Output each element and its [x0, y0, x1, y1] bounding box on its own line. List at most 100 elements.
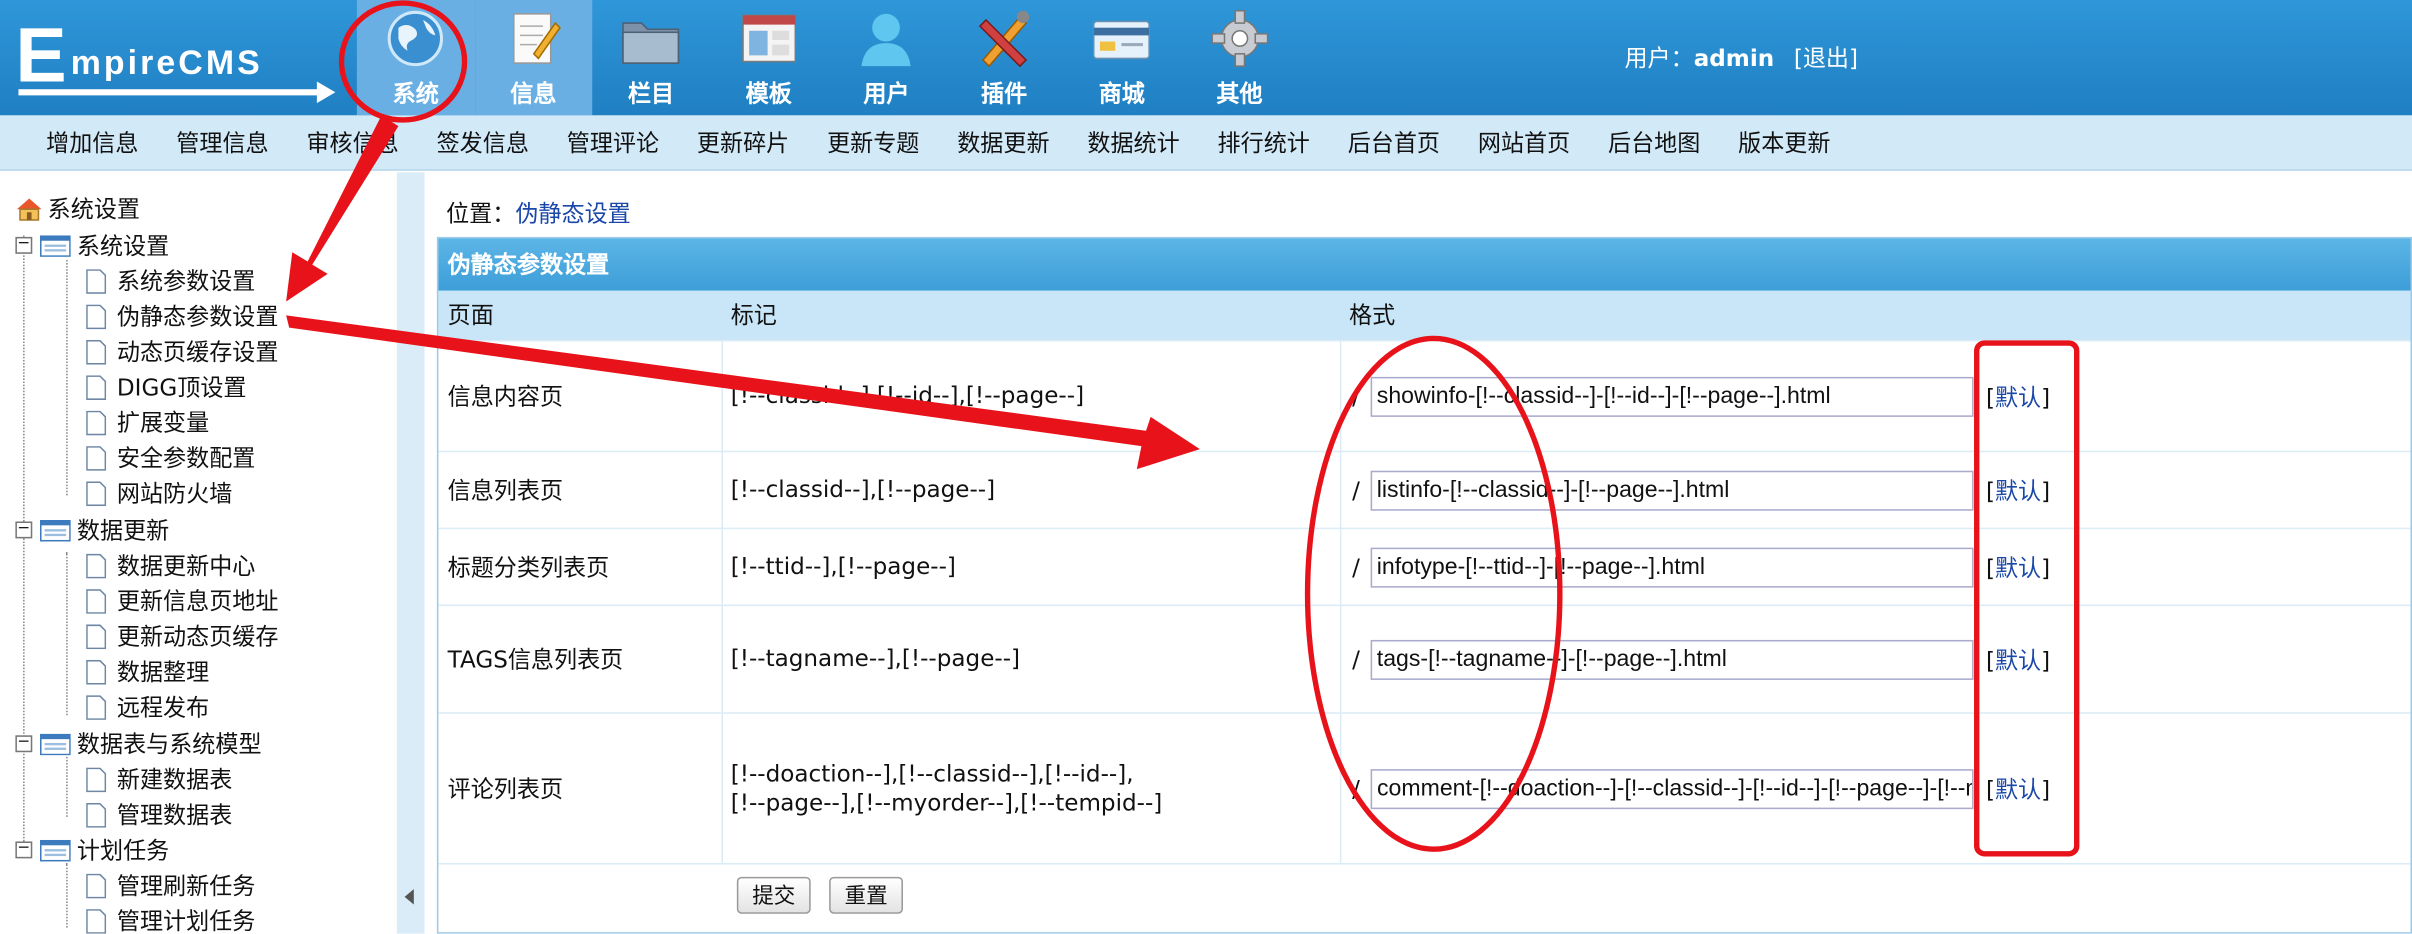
collapse-icon[interactable]: −	[15, 735, 33, 753]
submenu-update-topics[interactable]: 更新专题	[827, 115, 919, 169]
tree-item-digg[interactable]: DIGG顶设置	[86, 371, 246, 403]
submenu-version-update[interactable]: 版本更新	[1738, 115, 1830, 169]
main-nav: 系统 信息 栏目 模板 用户 插件 商城 其他	[356, 0, 1299, 116]
tree-item-label: 更新动态页缓存	[116, 623, 279, 651]
logo-text: mpireCMS	[70, 43, 263, 82]
nav-info[interactable]: 信息	[474, 0, 593, 116]
collapse-left-icon[interactable]	[404, 889, 414, 905]
submenu-manage-info[interactable]: 管理信息	[176, 115, 268, 169]
credit-card-icon	[1093, 20, 1151, 60]
nav-shop[interactable]: 商城	[1063, 0, 1181, 115]
nav-template[interactable]: 模板	[710, 0, 828, 115]
header-format: 格式	[1349, 301, 1396, 330]
format-input-info-list[interactable]	[1370, 469, 1974, 510]
tree-item-data-cleanup[interactable]: 数据整理	[86, 655, 209, 687]
default-link-text[interactable]: 默认	[1995, 383, 2041, 411]
nav-system[interactable]: 系统	[356, 0, 475, 116]
default-link-text[interactable]: 默认	[1995, 646, 2041, 674]
format-input-tags[interactable]	[1370, 639, 1974, 680]
tree-item-extend-vars[interactable]: 扩展变量	[86, 406, 209, 438]
tree-item-new-table[interactable]: 新建数据表	[86, 763, 232, 795]
panel-title: 伪静态参数设置	[438, 238, 2411, 291]
format-input-info-type[interactable]	[1370, 546, 1974, 587]
default-link-text[interactable]: 默认	[1995, 775, 2041, 803]
nav-other[interactable]: 其他	[1181, 0, 1299, 115]
document-pencil-icon	[512, 13, 561, 64]
document-icon	[86, 588, 107, 614]
nav-column[interactable]: 栏目	[592, 0, 710, 115]
button-row: 提交 重置	[438, 862, 2411, 925]
nav-label: 栏目	[627, 79, 675, 108]
tree-item-manage-tables[interactable]: 管理数据表	[86, 798, 232, 830]
submenu-admin-map[interactable]: 后台地图	[1608, 115, 1700, 169]
tree-item-firewall[interactable]: 网站防火墙	[86, 477, 232, 509]
empirecms-logo[interactable]: E mpireCMS	[9, 9, 336, 104]
tree-item-label: 扩展变量	[116, 409, 210, 437]
table-row: 评论列表页 [!--doaction--],[!--classid--],[!-…	[438, 712, 2411, 863]
submit-button[interactable]: 提交	[736, 876, 811, 914]
nav-label: 插件	[981, 79, 1028, 108]
breadcrumb-link[interactable]: 伪静态设置	[515, 200, 630, 228]
default-link[interactable]: [默认]	[1986, 772, 2050, 804]
table-header: 页面 标记 格式	[438, 290, 2411, 340]
collapse-icon[interactable]: −	[15, 521, 33, 539]
tree-group-tables-models[interactable]: − 数据表与系统模型	[15, 728, 262, 760]
tree-item-dynamic-cache[interactable]: 动态页缓存设置	[86, 335, 278, 367]
table-row: 信息内容页 [!--classid--],[!--id--],[!--page-…	[438, 339, 2411, 451]
submenu-site-home[interactable]: 网站首页	[1478, 115, 1570, 169]
default-link[interactable]: [默认]	[1986, 380, 2050, 412]
submenu-manage-comments[interactable]: 管理评论	[567, 115, 659, 169]
user-info: 用户：admin [退出]	[1624, 42, 1858, 74]
tree-item-update-cache[interactable]: 更新动态页缓存	[86, 620, 278, 652]
tree-root[interactable]: 系统设置	[15, 192, 140, 224]
nav-user[interactable]: 用户	[828, 0, 946, 115]
collapse-icon[interactable]: −	[15, 236, 33, 254]
sidebar-splitter[interactable]	[396, 172, 425, 934]
default-link-text[interactable]: 默认	[1995, 477, 2041, 505]
submenu-rank-stats[interactable]: 排行统计	[1218, 115, 1310, 169]
globe-icon	[388, 10, 444, 67]
document-icon	[86, 480, 107, 506]
tree-item-system-params[interactable]: 系统参数设置	[86, 265, 255, 297]
default-link[interactable]: [默认]	[1986, 474, 2050, 506]
logo-arrow-tip	[316, 81, 336, 104]
tree-item-rewrite-settings[interactable]: 伪静态参数设置	[86, 300, 278, 332]
document-icon	[86, 802, 107, 827]
tree-connector	[66, 552, 68, 716]
tree-item-update-urls[interactable]: 更新信息页地址	[86, 585, 278, 617]
default-link-text[interactable]: 默认	[1995, 554, 2041, 582]
tree-item-label: 数据更新中心	[116, 552, 256, 580]
submenu-update-fragments[interactable]: 更新碎片	[697, 115, 789, 169]
tree-item-label: DIGG顶设置	[116, 373, 247, 402]
format-input-comments[interactable]	[1370, 768, 1974, 809]
tree-group-data-update[interactable]: − 数据更新	[15, 514, 169, 546]
tree-item-plan-tasks[interactable]: 管理计划任务	[86, 905, 255, 934]
document-icon	[86, 623, 107, 649]
logout-link[interactable]: [退出]	[1794, 45, 1858, 73]
tree-item-remote-publish[interactable]: 远程发布	[86, 691, 209, 723]
window-icon	[39, 519, 71, 541]
reset-button[interactable]: 重置	[829, 876, 903, 914]
default-link[interactable]: [默认]	[1986, 643, 2050, 675]
tree-group-scheduled-tasks[interactable]: − 计划任务	[15, 834, 169, 866]
submenu-data-update[interactable]: 数据更新	[957, 115, 1049, 169]
tree-group-system-settings[interactable]: − 系统设置	[15, 229, 169, 261]
nav-plugin[interactable]: 插件	[945, 0, 1063, 115]
rewrite-settings-panel: 伪静态参数设置 页面 标记 格式 信息内容页 [!--classid--],[!…	[436, 236, 2412, 934]
submenu-add-info[interactable]: 增加信息	[46, 115, 138, 169]
table-row: TAGS信息列表页 [!--tagname--],[!--page--] / […	[438, 604, 2411, 713]
submenu-data-stats[interactable]: 数据统计	[1087, 115, 1179, 169]
tree-item-update-center[interactable]: 数据更新中心	[86, 549, 255, 581]
submenu-sign-info[interactable]: 签发信息	[437, 115, 529, 169]
format-input-info-content[interactable]	[1370, 376, 1974, 417]
tree-item-security[interactable]: 安全参数配置	[86, 441, 255, 473]
tree-root-label: 系统设置	[47, 195, 141, 224]
collapse-icon[interactable]: −	[15, 841, 33, 859]
default-link[interactable]: [默认]	[1986, 551, 2050, 583]
submenu-review-info[interactable]: 审核信息	[306, 115, 398, 169]
submenu-admin-home[interactable]: 后台首页	[1348, 115, 1440, 169]
tree-item-refresh-tasks[interactable]: 管理刷新任务	[86, 869, 255, 901]
document-icon	[86, 409, 107, 435]
home-icon	[16, 197, 42, 220]
tree-item-label: 管理计划任务	[116, 907, 256, 934]
